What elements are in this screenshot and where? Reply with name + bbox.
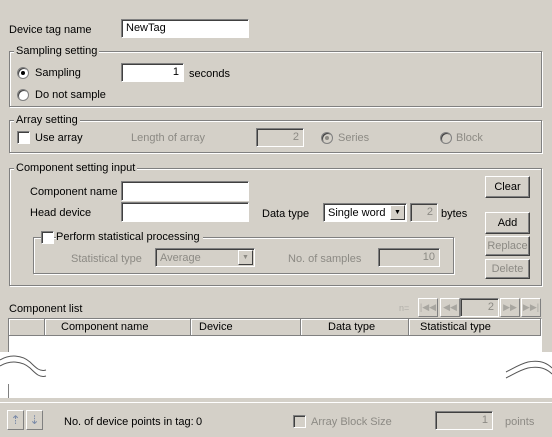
- first-page-icon[interactable]: |◀◀: [418, 298, 438, 317]
- samples-input[interactable]: 10: [378, 248, 440, 267]
- page-marker-icon: n=: [399, 303, 410, 313]
- data-type-value: Single word: [328, 207, 386, 219]
- series-radio[interactable]: [321, 132, 333, 144]
- move-up-icon[interactable]: ⇡: [7, 410, 24, 430]
- data-size-input[interactable]: 2: [410, 203, 438, 222]
- page-number-input[interactable]: 2: [460, 298, 499, 317]
- footer-bar: ⇡ ⇣ No. of device points in tag: 0 Array…: [0, 402, 552, 437]
- points-unit-label: points: [505, 416, 535, 428]
- use-array-label: Use array: [35, 132, 83, 144]
- use-array-checkbox[interactable]: [17, 131, 30, 144]
- column-header[interactable]: Component name: [45, 319, 191, 336]
- chevron-down-icon[interactable]: ▼: [238, 250, 253, 265]
- device-points-value: 0: [196, 416, 203, 428]
- sampling-label: Sampling: [35, 67, 81, 79]
- do-not-sample-label: Do not sample: [35, 89, 106, 101]
- do-not-sample-radio[interactable]: [17, 89, 29, 101]
- move-down-icon[interactable]: ⇣: [26, 410, 43, 430]
- next-page-icon[interactable]: ▶▶: [500, 298, 520, 317]
- chevron-down-icon[interactable]: ▼: [390, 205, 405, 220]
- column-header[interactable]: Data type: [301, 319, 409, 336]
- replace-button[interactable]: Replace: [485, 236, 530, 256]
- component-setting-title: Component setting input: [14, 161, 138, 175]
- head-device-input[interactable]: [121, 202, 249, 222]
- component-name-label: Component name: [30, 186, 118, 198]
- statistical-type-select[interactable]: Average ▼: [155, 248, 255, 267]
- statistical-processing-checkbox[interactable]: [41, 231, 54, 244]
- column-header[interactable]: Device: [191, 319, 301, 336]
- seconds-unit-label: seconds: [189, 68, 230, 80]
- delete-button[interactable]: Delete: [485, 259, 530, 279]
- component-list-title: Component list: [9, 303, 83, 315]
- device-tag-input[interactable]: NewTag: [121, 19, 249, 38]
- sampling-seconds-input[interactable]: 1: [121, 63, 184, 82]
- add-button[interactable]: Add: [485, 212, 530, 234]
- block-label: Block: [456, 132, 483, 144]
- data-type-select[interactable]: Single word ▼: [323, 203, 407, 222]
- samples-label: No. of samples: [288, 253, 362, 265]
- block-radio[interactable]: [440, 132, 452, 144]
- truncation-break: [0, 352, 552, 398]
- device-points-label: No. of device points in tag:: [64, 416, 194, 428]
- sampling-radio[interactable]: [17, 67, 29, 79]
- clear-button[interactable]: Clear: [485, 176, 530, 198]
- head-device-label: Head device: [30, 207, 92, 219]
- array-block-size-label: Array Block Size: [311, 416, 392, 428]
- statistical-type-value: Average: [160, 252, 201, 264]
- row-header-column[interactable]: [9, 319, 45, 336]
- array-length-input[interactable]: 2: [256, 128, 304, 147]
- array-setting-title: Array setting: [14, 113, 80, 127]
- sampling-setting-title: Sampling setting: [14, 44, 100, 58]
- column-header[interactable]: Statistical type: [409, 319, 541, 336]
- statistical-processing-label: Perform statistical processing: [56, 230, 203, 244]
- array-block-size-input[interactable]: 1: [435, 411, 493, 430]
- statistical-type-label: Statistical type: [71, 253, 142, 265]
- device-tag-label: Device tag name: [9, 24, 92, 36]
- prev-page-icon[interactable]: ◀◀: [440, 298, 460, 317]
- last-page-icon[interactable]: ▶▶|: [521, 298, 541, 317]
- component-name-input[interactable]: [121, 181, 249, 201]
- series-label: Series: [338, 132, 370, 144]
- bytes-unit-label: bytes: [441, 208, 468, 220]
- array-block-size-checkbox[interactable]: [293, 415, 306, 428]
- array-length-label: Length of array: [131, 132, 205, 144]
- data-type-label: Data type: [262, 208, 310, 220]
